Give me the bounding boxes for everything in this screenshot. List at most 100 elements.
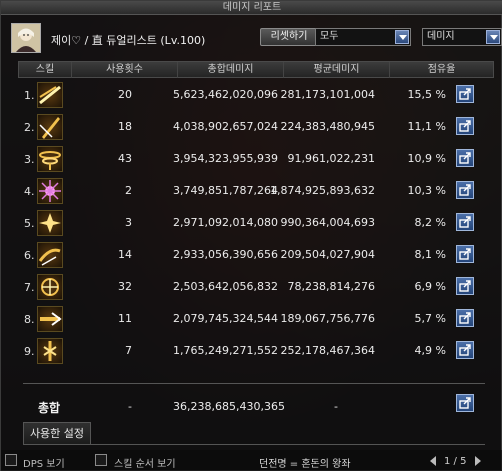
column-header-share: 점유율 bbox=[389, 62, 493, 78]
row-total-damage: 3,954,323,955,939 bbox=[173, 152, 278, 165]
character-header: 제이♡ / 直 듀얼리스트 (Lv.100) 리셋하기 모두 데미지 bbox=[11, 21, 502, 57]
table-row: 1. 20 5,623,462,020,096 281,173,101,004 15,5… bbox=[18, 78, 494, 110]
window-title: 데미지 리포트 bbox=[222, 2, 282, 13]
row-total-damage: 2,079,745,324,544 bbox=[173, 312, 278, 325]
summary-total: 36,238,685,430,365 bbox=[173, 400, 285, 413]
page-prev-icon[interactable] bbox=[428, 455, 438, 467]
table-row: 6. 14 2,933,056,390,656 209,504,027,904 8,1 … bbox=[18, 238, 494, 270]
row-avg-damage: 189,067,756,776 bbox=[280, 312, 375, 325]
tab-used-settings[interactable]: 사용한 설정 bbox=[23, 422, 91, 444]
window-titlebar[interactable]: 데미지 리포트 bbox=[1, 1, 502, 15]
blade-skill-icon bbox=[37, 114, 63, 140]
column-header-uses: 사용횟수 bbox=[71, 62, 177, 78]
share-icon bbox=[459, 88, 471, 100]
tab-divider bbox=[23, 444, 485, 445]
filter-select[interactable]: 모두 bbox=[315, 28, 411, 46]
table-row: 9. 7 1,765,249,271,552 252,178,467,364 4,9 % bbox=[18, 334, 494, 366]
table-body: 1. 20 5,623,462,020,096 281,173,101,004 15,5… bbox=[18, 78, 494, 366]
row-index: 3. bbox=[24, 153, 35, 166]
row-share: 15,5 % bbox=[407, 88, 446, 101]
row-total-damage: 2,971,092,014,080 bbox=[173, 216, 278, 229]
page-indicator: 1 / 5 bbox=[444, 456, 467, 467]
row-avg-damage: 990,364,004,693 bbox=[280, 216, 375, 229]
row-share-button[interactable] bbox=[456, 277, 474, 295]
sort-select-value: 데미지 bbox=[427, 31, 455, 42]
row-index: 6. bbox=[24, 249, 35, 262]
table-row: 2. 18 4,038,902,657,024 224,383,480,945 11,1… bbox=[18, 110, 494, 142]
row-avg-damage: 281,173,101,004 bbox=[280, 88, 375, 101]
reset-button[interactable]: 리셋하기 bbox=[260, 28, 318, 46]
row-avg-damage: 209,504,027,904 bbox=[280, 248, 375, 261]
row-uses: 18 bbox=[118, 120, 132, 133]
share-icon bbox=[459, 248, 471, 260]
whirlwind-skill-icon bbox=[37, 146, 63, 172]
damage-report-window: 데미지 리포트 제이♡ / 直 듀얼리스트 (Lv.100) 리셋하기 모두 데… bbox=[0, 0, 502, 471]
row-share-button[interactable] bbox=[456, 117, 474, 135]
avatar bbox=[11, 23, 41, 53]
row-total-damage: 3,749,851,787,264 bbox=[173, 184, 278, 197]
column-header-avg: 평균데미지 bbox=[283, 62, 389, 78]
share-icon bbox=[459, 280, 471, 292]
dungeon-title-text: 던전명 = 혼돈의 왕좌 bbox=[259, 459, 351, 470]
dps-view-label: DPS 보기 bbox=[23, 459, 65, 470]
flash-skill-icon bbox=[37, 210, 63, 236]
table-row: 3. 43 3,954,323,955,939 91,961,022,231 10,9 … bbox=[18, 142, 494, 174]
row-share-button[interactable] bbox=[456, 149, 474, 167]
row-share: 10,3 % bbox=[407, 184, 446, 197]
dps-view-checkbox[interactable] bbox=[5, 454, 17, 466]
filter-select-value: 모두 bbox=[320, 31, 339, 42]
summary-divider bbox=[23, 383, 485, 384]
page-next-icon[interactable] bbox=[473, 455, 483, 467]
share-icon bbox=[459, 397, 471, 409]
chevron-down-icon[interactable] bbox=[486, 30, 500, 44]
spark-skill-icon bbox=[37, 274, 63, 300]
row-share-button[interactable] bbox=[456, 341, 474, 359]
row-index: 9. bbox=[24, 345, 35, 358]
row-uses: 32 bbox=[118, 280, 132, 293]
chain-skill-icon bbox=[37, 338, 63, 364]
row-total-damage: 1,765,249,271,552 bbox=[173, 344, 278, 357]
row-share: 11,1 % bbox=[407, 120, 446, 133]
row-uses: 11 bbox=[118, 312, 132, 325]
row-share: 4,9 % bbox=[414, 344, 446, 357]
sort-select[interactable]: 데미지 bbox=[422, 28, 502, 46]
share-icon bbox=[459, 120, 471, 132]
skill-order-checkbox[interactable] bbox=[95, 454, 107, 466]
row-total-damage: 5,623,462,020,096 bbox=[173, 88, 278, 101]
chevron-down-icon[interactable] bbox=[395, 30, 409, 44]
summary-avg: - bbox=[334, 400, 338, 413]
share-icon bbox=[459, 312, 471, 324]
row-total-damage: 2,503,642,056,832 bbox=[173, 280, 278, 293]
row-uses: 3 bbox=[125, 216, 132, 229]
column-header-skill: 스킬 bbox=[35, 64, 55, 75]
summary-uses: - bbox=[128, 400, 132, 413]
row-uses: 43 bbox=[118, 152, 132, 165]
burst-skill-icon bbox=[37, 178, 63, 204]
table-row: 4. 2 3,749,851,787,264 1,874,925,893,632 10,… bbox=[18, 174, 494, 206]
row-total-damage: 4,038,902,657,024 bbox=[173, 120, 278, 133]
footer-bar: DPS 보기 스킬 순서 보기 던전명 = 혼돈의 왕좌 1 / 5 bbox=[1, 450, 502, 471]
row-share-button[interactable] bbox=[456, 309, 474, 327]
row-share-button[interactable] bbox=[456, 213, 474, 231]
row-index: 4. bbox=[24, 185, 35, 198]
row-share-button[interactable] bbox=[456, 181, 474, 199]
row-share-button[interactable] bbox=[456, 85, 474, 103]
row-uses: 2 bbox=[125, 184, 132, 197]
row-index: 7. bbox=[24, 281, 35, 294]
slash-skill-icon bbox=[37, 82, 63, 108]
character-portrait-icon bbox=[12, 24, 40, 52]
row-index: 5. bbox=[24, 217, 35, 230]
dash-skill-icon bbox=[37, 242, 63, 268]
row-share: 5,7 % bbox=[414, 312, 446, 325]
row-avg-damage: 91,961,022,231 bbox=[287, 152, 375, 165]
character-name-label: 제이♡ / 直 듀얼리스트 (Lv.100) bbox=[51, 34, 206, 47]
summary-label: 총합 bbox=[38, 401, 61, 415]
row-avg-damage: 78,238,814,276 bbox=[287, 280, 375, 293]
row-avg-damage: 252,178,467,364 bbox=[280, 344, 375, 357]
row-uses: 7 bbox=[125, 344, 132, 357]
summary-share-button[interactable] bbox=[456, 394, 474, 412]
row-index: 1. bbox=[24, 89, 35, 102]
row-share-button[interactable] bbox=[456, 245, 474, 263]
table-row: 7. 32 2,503,642,056,832 78,238,814,276 6,9 % bbox=[18, 270, 494, 302]
table-header: 스킬 사용횟수 총합데미지 평균데미지 점유율 bbox=[18, 61, 494, 78]
